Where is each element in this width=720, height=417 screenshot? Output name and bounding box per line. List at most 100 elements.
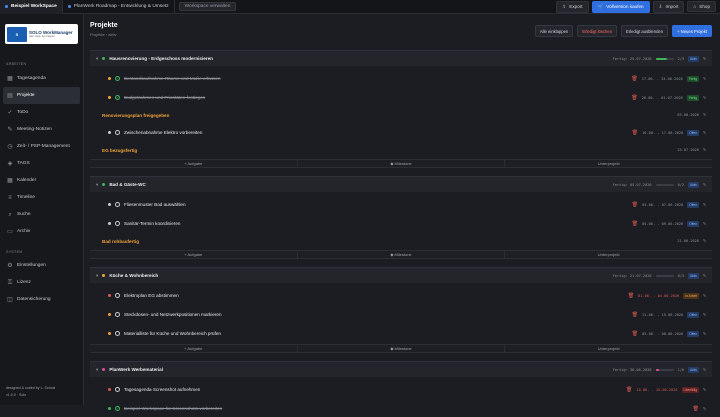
delete-icon[interactable]: 🗑 <box>632 202 638 208</box>
chevron-down-icon[interactable]: ▾ <box>96 273 98 279</box>
edit-icon[interactable]: ✎ <box>703 238 706 244</box>
edit-icon[interactable]: ✎ <box>703 95 706 101</box>
task-row[interactable]: ✓ Beispiel-Workspace für Screenshots vorb… <box>90 400 712 417</box>
delete-icon[interactable]: 🗑 <box>632 130 638 136</box>
task-row[interactable]: Fliesenmuster Bad auswählen 🗑 03.06. - 07.… <box>90 196 712 213</box>
manage-workspace-button[interactable]: Workspace verwalten <box>178 2 237 11</box>
edit-icon[interactable]: ✎ <box>703 182 706 188</box>
task-row[interactable]: ✓ Budgetrahmen und Prioritäten festlegen 🗑… <box>90 89 712 106</box>
unchecked-circle-icon[interactable] <box>115 293 120 298</box>
milestone-row[interactable]: EG bezugsfertig 25.07.2026 ✎ <box>90 143 712 157</box>
add-subproject-button[interactable]: Unterprojekt <box>505 251 712 258</box>
sidebar-item-zeit-psp-management[interactable]: ◷ Zeit- / PSP-Management <box>3 138 80 155</box>
edit-icon[interactable]: ✎ <box>703 130 706 136</box>
edit-icon[interactable]: ✎ <box>703 76 706 82</box>
sidebar-item-einstellungen[interactable]: ⚙ Einstellungen <box>3 257 80 274</box>
sidebar-item-tagesagenda[interactable]: ▦ Tagesagenda <box>3 70 80 87</box>
new-project-button[interactable]: + Neues Projekt <box>672 25 712 37</box>
task-row[interactable]: Zwischenabnahme Elektro vorbereiten 🗑 10.0… <box>90 124 712 141</box>
chevron-down-icon[interactable]: ▾ <box>96 56 98 62</box>
delete-icon[interactable]: 🗑 <box>631 95 637 101</box>
sidebar-item-kalender[interactable]: ▦ Kalender <box>3 172 80 189</box>
row-meta: 🗑 03.06. - 07.06.2026 Offen ✎ <box>632 201 706 208</box>
task-row[interactable]: Steckdosen- und Netzwerkpositionen marki… <box>90 306 712 323</box>
unchecked-circle-icon[interactable] <box>115 331 120 336</box>
edit-icon[interactable]: ✎ <box>703 273 706 279</box>
sidebar-item-meeting-notizen[interactable]: ✎ Meeting-Notizen <box>3 121 80 138</box>
export-button[interactable]: ⇪ Export <box>556 0 589 13</box>
milestone-row[interactable]: Bad rohbaufertig 21.06.2026 ✎ <box>90 234 712 248</box>
sidebar-item-lizenz[interactable]: ⚿ Lizenz <box>3 274 80 291</box>
add-subproject-button[interactable]: Unterprojekt <box>505 345 712 352</box>
unchecked-circle-icon[interactable] <box>115 387 120 392</box>
add-task-button[interactable]: + Aufgabe <box>90 160 298 167</box>
tab-workspace-roadmap[interactable]: PlanWerk Roadmap - Entwicklung & Umsetz <box>63 0 175 14</box>
unchecked-circle-icon[interactable] <box>115 202 120 207</box>
sidebar-item-label: Projekte <box>17 93 35 98</box>
shop-button[interactable]: ⌂ Shop <box>687 1 716 12</box>
checked-circle-icon[interactable]: ✓ <box>115 76 120 81</box>
unchecked-circle-icon[interactable] <box>115 130 120 135</box>
tab-workspace-beispiel[interactable]: Beispiel WorkSpace <box>0 0 63 14</box>
sidebar-item-label: ToDo <box>17 110 29 115</box>
project-group-row[interactable]: ▾ Hausrenovierung - Erdgeschoss modernisi… <box>90 50 712 66</box>
add-milestone-button[interactable]: ◆ Milestone <box>298 345 506 352</box>
checked-circle-icon[interactable]: ✓ <box>115 406 120 411</box>
delete-icon[interactable]: 🗑 <box>626 387 632 393</box>
edit-icon[interactable]: ✎ <box>703 331 706 337</box>
task-row[interactable]: Materialliste für Küche und Wohnbereich … <box>90 325 712 342</box>
import-label: Import <box>665 4 679 9</box>
edit-icon[interactable]: ✎ <box>703 293 706 299</box>
edit-icon[interactable]: ✎ <box>703 406 706 412</box>
project-title: Hausrenovierung - Erdgeschoss modernisie… <box>109 56 213 61</box>
task-row[interactable]: Sanitär-Termin koordinieren 🗑 05.06. - 09.… <box>90 215 712 232</box>
edit-icon[interactable]: ✎ <box>703 367 706 373</box>
edit-icon[interactable]: ✎ <box>703 312 706 318</box>
task-row[interactable]: Tagesagenda Screenshot aufnehmen 🗑 15.06. … <box>90 381 712 398</box>
sidebar-item-tags[interactable]: ◈ TAGS <box>3 155 80 172</box>
sidebar-item-projekte[interactable]: ▤ Projekte <box>3 87 80 104</box>
milestone-row[interactable]: Renovierungsplan freigegeben 03.08.2026 ✎ <box>90 108 712 122</box>
delete-done-button[interactable]: Erledigt löschen <box>577 25 618 37</box>
edit-icon[interactable]: ✎ <box>703 112 706 118</box>
delete-icon[interactable]: 🗑 <box>628 293 634 299</box>
task-row[interactable]: Elektroplan EG abstimmen 🗑 01.06. - 04.06.… <box>90 287 712 304</box>
hide-done-button[interactable]: Erledigt ausblenden <box>621 25 669 37</box>
project-group-row[interactable]: ▾ Bad & Gäste-WC Fertig: 05.07.2026 0/2 Akti… <box>90 176 712 192</box>
sidebar-item-datensicherung[interactable]: ◫ Datensicherung <box>3 291 80 308</box>
add-subproject-button[interactable]: Unterprojekt <box>505 160 712 167</box>
project-group-row[interactable]: ▾ PlanWerk Werbematerial Fertig: 30.06.202… <box>90 361 712 377</box>
project-group-row[interactable]: ▾ Küche & Wohnbereich Fertig: 21.07.2026 0/… <box>90 267 712 283</box>
delete-icon[interactable]: 🗑 <box>693 406 699 412</box>
checked-circle-icon[interactable]: ✓ <box>115 95 120 100</box>
buy-full-version-button[interactable]: 🛒 Vollversion kaufen <box>591 0 650 13</box>
edit-icon[interactable]: ✎ <box>703 387 706 393</box>
add-task-button[interactable]: + Aufgabe <box>90 345 298 352</box>
unchecked-circle-icon[interactable] <box>115 221 120 226</box>
add-task-button[interactable]: + Aufgabe <box>90 251 298 258</box>
sidebar-item-archiv[interactable]: ▭ Archiv <box>3 223 80 240</box>
edit-icon[interactable]: ✎ <box>703 202 706 208</box>
add-milestone-button[interactable]: ◆ Milestone <box>298 251 506 258</box>
delete-icon[interactable]: 🗑 <box>632 312 638 318</box>
add-milestone-button[interactable]: ◆ Milestone <box>298 160 506 167</box>
delete-icon[interactable]: 🗑 <box>632 331 638 337</box>
edit-icon[interactable]: ✎ <box>703 56 706 62</box>
delete-icon[interactable]: 🗑 <box>631 76 637 82</box>
collapse-all-button[interactable]: Alle einklappen <box>534 25 574 37</box>
edit-icon[interactable]: ✎ <box>703 221 706 227</box>
project-due: Fertig: 21.07.2026 <box>612 273 652 278</box>
unchecked-circle-icon[interactable] <box>115 312 120 317</box>
status-badge: Aktiv <box>688 272 699 279</box>
sidebar-item-suche[interactable]: ⌕ Suche <box>3 206 80 223</box>
sidebar-item-timeline[interactable]: ≡ Timeline <box>3 189 80 206</box>
edit-icon[interactable]: ✎ <box>703 147 706 153</box>
chevron-down-icon[interactable]: ▾ <box>96 367 98 373</box>
chevron-down-icon[interactable]: ▾ <box>96 182 98 188</box>
priority-dot <box>108 407 111 410</box>
import-button[interactable]: ⇩ Import <box>652 0 685 13</box>
task-date: 05.06. - 08.06.2026 <box>642 331 684 336</box>
delete-icon[interactable]: 🗑 <box>632 221 638 227</box>
task-row[interactable]: ✓ Bestandsaufnahme Räume und Maße erfasse… <box>90 70 712 87</box>
sidebar-item-todo[interactable]: ✓ ToDo <box>3 104 80 121</box>
